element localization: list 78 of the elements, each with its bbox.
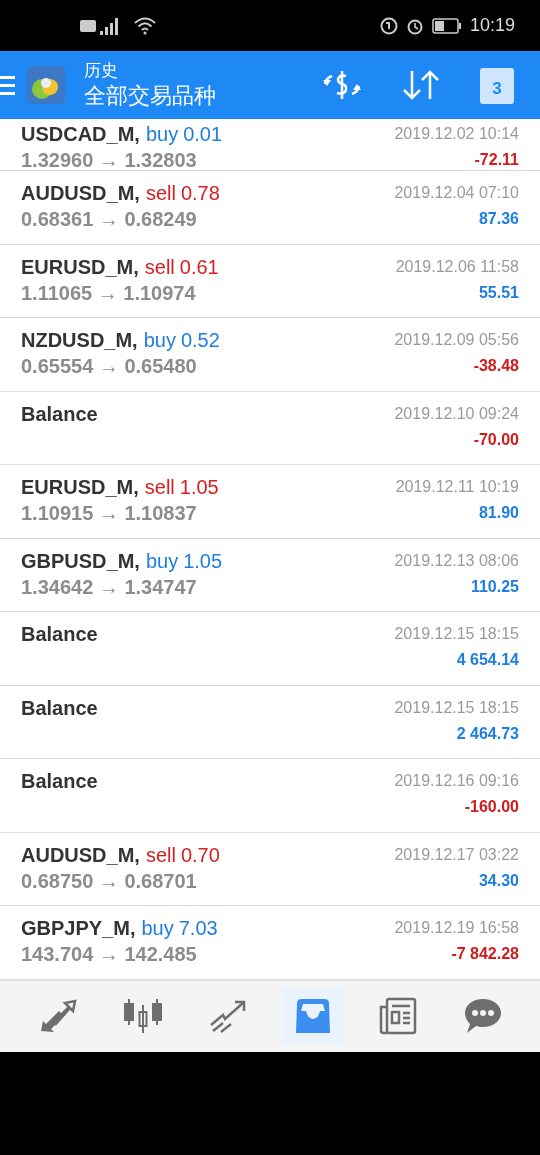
profit-label: -70.00: [473, 429, 519, 450]
side-label: buy: [143, 328, 176, 353]
side-label: sell: [144, 475, 175, 500]
volume-label: 0.78: [180, 181, 220, 206]
time-label: 2019.12.02 10:14: [394, 124, 519, 144]
balance-label: Balance: [21, 695, 98, 721]
symbol-label: GBPJPY_M,: [21, 916, 136, 941]
volume-label: 0.01: [183, 122, 223, 147]
time-label: 2019.12.09 05:56: [394, 330, 519, 350]
time-label: 2019.12.11 10:19: [395, 477, 519, 497]
calendar-day: 3: [492, 76, 502, 102]
time-label: 2019.12.13 08:06: [394, 550, 519, 571]
time-label: 2019.12.04 07:10: [394, 183, 519, 203]
balance-label: Balance: [21, 622, 98, 647]
time-label: 2019.12.16 09:16: [394, 771, 519, 791]
profit-label: -72.11: [474, 150, 519, 170]
price-label: 1.11065 → 1.10974: [21, 280, 197, 306]
profit-label: -7 842.28: [451, 944, 519, 964]
time-label: 2019.12.15 18:15: [394, 624, 519, 644]
profit-label: 110.25: [470, 576, 519, 597]
price-label: 1.32960 → 1.32803: [21, 148, 198, 173]
volume-label: 0.61: [179, 254, 219, 280]
price-label: 1.34642 → 1.34747: [21, 574, 198, 600]
balance-label: Balance: [21, 769, 98, 794]
sort-icon[interactable]: [402, 69, 440, 101]
battery-icon: [431, 17, 462, 34]
chat-bubble-icon: [463, 998, 502, 1034]
symbol-filter-label[interactable]: 全部交易品种: [84, 82, 216, 110]
price-label: 0.68750 → 0.68701: [21, 868, 198, 894]
symbol-label: GBPUSD_M,: [21, 548, 140, 574]
symbol-label: AUDUSD_M,: [21, 842, 140, 868]
wifi-icon: [134, 16, 156, 35]
side-label: sell: [145, 842, 176, 868]
clock-time: 10:19: [469, 14, 515, 37]
side-label: sell: [144, 254, 175, 280]
nav-tab[interactable]: [282, 988, 343, 1044]
time-label: 2019.12.15 18:15: [394, 697, 519, 718]
side-label: buy: [145, 122, 179, 147]
symbol-label: EURUSD_M,: [21, 254, 139, 280]
time-label: 2019.12.10 09:24: [394, 403, 519, 424]
profit-label: 2 464.73: [456, 723, 519, 744]
screen-title: 历史: [84, 60, 119, 82]
volume-label: 0.52: [180, 328, 220, 353]
newspaper-icon: [378, 997, 417, 1035]
time-label: 2019.12.19 16:58: [394, 918, 519, 938]
currency-exchange-icon[interactable]: [322, 68, 362, 102]
symbol-label: NZDUSD_M,: [21, 328, 138, 353]
price-label: 143.704 → 142.485: [21, 942, 198, 967]
data-saver-icon: [379, 16, 398, 35]
price-label: 1.10915 → 1.10837: [21, 501, 198, 526]
profit-label: 34.30: [478, 870, 519, 891]
profit-label: 81.90: [478, 503, 519, 523]
time-label: 2019.12.17 03:22: [394, 844, 519, 865]
profit-label: 55.51: [478, 282, 519, 303]
candlestick-icon: [122, 997, 163, 1035]
price-label: 0.68361 → 0.68249: [21, 207, 198, 232]
profit-label: -160.00: [464, 797, 519, 817]
side-label: sell: [145, 181, 176, 206]
trend-arrow-icon: [208, 999, 247, 1033]
profit-label: 87.36: [478, 209, 519, 229]
volume-label: 7.03: [178, 916, 218, 941]
symbol-label: EURUSD_M,: [21, 475, 139, 500]
app-logo-icon: [26, 65, 66, 105]
symbol-label: USDCAD_M,: [21, 122, 140, 147]
volume-label: 1.05: [183, 548, 223, 574]
side-label: buy: [145, 548, 179, 574]
inbox-icon: [293, 999, 332, 1033]
volume-label: 1.05: [179, 475, 219, 500]
symbol-label: AUDUSD_M,: [21, 181, 140, 206]
profit-label: -38.48: [473, 356, 519, 376]
volume-label: 0.70: [180, 842, 220, 868]
diagonal-arrows-icon: [38, 999, 77, 1033]
profit-label: 4 654.14: [456, 650, 519, 670]
balance-label: Balance: [21, 401, 98, 427]
time-label: 2019.12.06 11:58: [395, 256, 519, 277]
side-label: buy: [141, 916, 174, 941]
menu-icon[interactable]: [0, 74, 16, 96]
price-label: 0.65554 → 0.65480: [21, 354, 198, 379]
